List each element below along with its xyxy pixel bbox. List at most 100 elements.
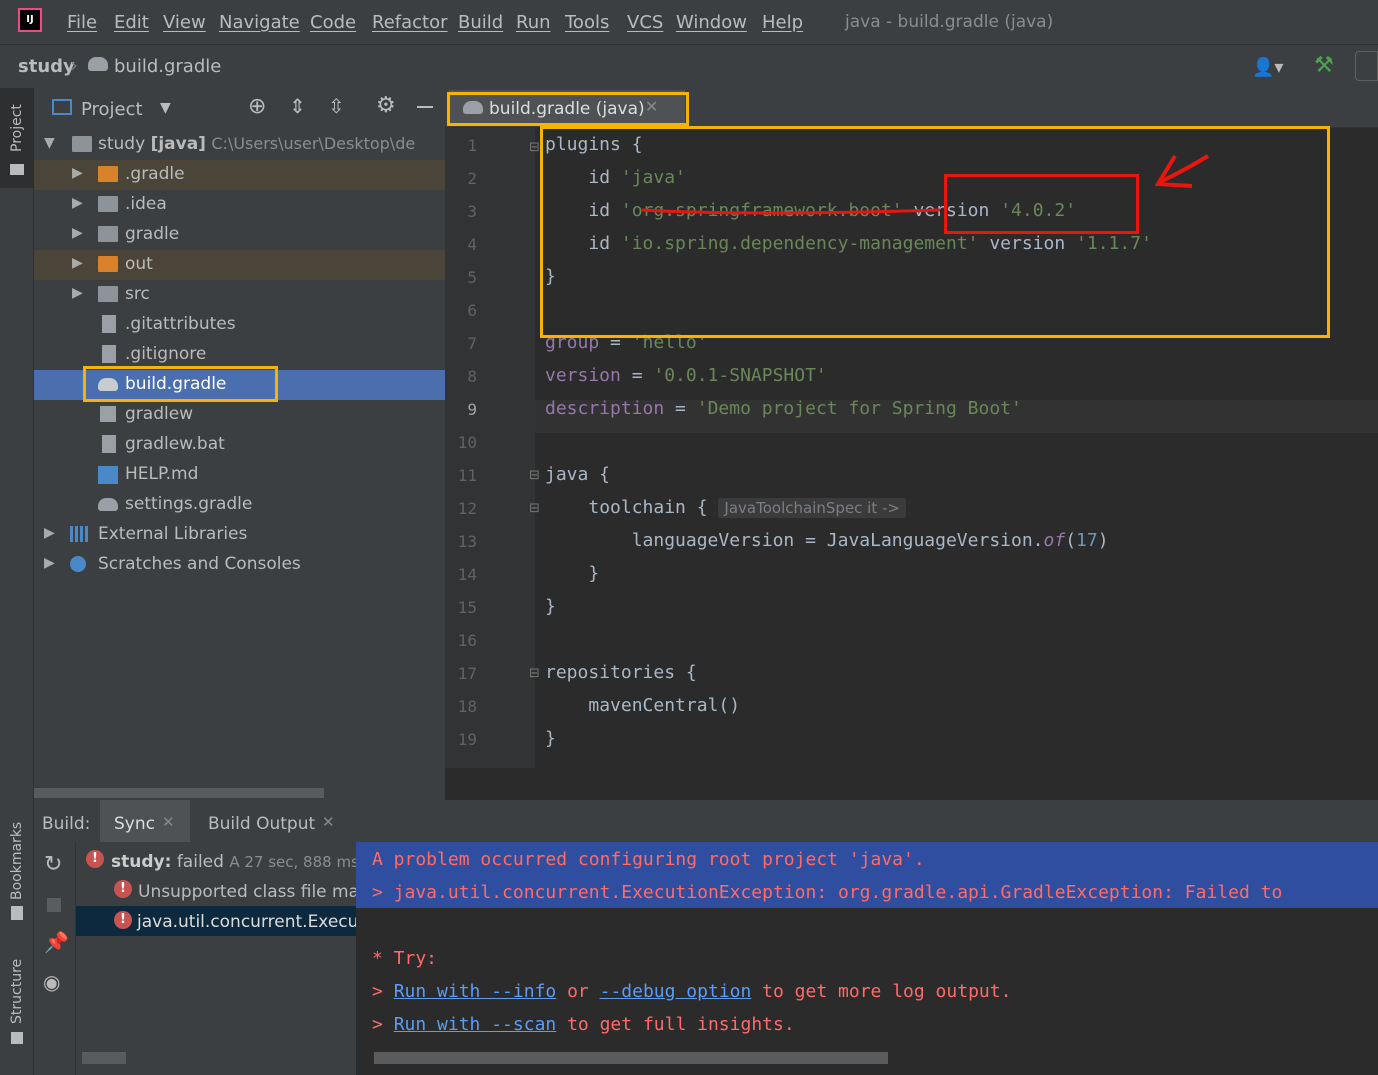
gear-icon[interactable]: ⚙ [376,93,396,118]
folder-icon [10,164,24,175]
code-token: } [545,728,556,749]
line-number: 16 [457,631,477,650]
tree-item-label: .gitattributes [125,314,236,334]
build-tree-item-label: java.util.concurrent.Executic [137,912,356,932]
build-tree-root[interactable]: ! study: failed A 27 sec, 888 ms [76,848,359,878]
structure-tool-label[interactable]: Structure [9,959,25,1024]
console-line: > Run with --scan to get full insights. [372,1014,795,1035]
tree-item-label: .gradle [125,164,185,184]
menu-build[interactable]: Build [458,12,503,33]
menu-code[interactable]: Code [310,12,356,33]
tree-item-gradle[interactable]: ▶ gradle [34,220,445,250]
code-line: languageVersion = JavaLanguageVersion.of… [545,530,1109,551]
build-tree-item-selected[interactable]: ! java.util.concurrent.Executic [76,906,356,936]
run-config-button[interactable] [1355,51,1378,81]
structure-icon[interactable] [11,1032,23,1044]
build-tree-item[interactable]: ! Unsupported class file maj [76,878,356,908]
hide-panel-icon[interactable] [417,106,433,108]
code-token: java { [545,464,611,485]
menu-tools[interactable]: Tools [565,12,609,33]
run-with-scan-link[interactable]: Run with --scan [394,1014,557,1035]
pin-icon[interactable]: 📌 [44,930,69,954]
project-panel: Project ▼ ⊕ ⇕ ⇳ ⚙ ▼ study [java] C:\User… [34,88,445,800]
close-tab-icon[interactable]: ✕ [162,813,175,831]
chevron-right-icon[interactable]: ▶ [72,255,83,271]
build-tree-item-label: Unsupported class file maj [138,882,356,902]
breadcrumb-project[interactable]: study [18,56,75,77]
tree-item-gradle-dir[interactable]: ▶ .gradle [34,160,445,190]
horizontal-scrollbar[interactable] [82,1052,126,1064]
folder-icon [98,286,118,302]
gradle-icon [98,498,118,511]
menu-refactor[interactable]: Refactor [372,12,448,33]
tab-label: Build Output [208,814,316,834]
project-view-icon [52,99,72,115]
locate-file-icon[interactable]: ⊕ [248,94,266,119]
line-number: 13 [457,532,477,551]
fold-icon[interactable]: ⊟ [529,666,540,681]
console-text: or [556,981,600,1002]
highlight-box-tab [447,92,689,126]
tree-item-gradlew-bat[interactable]: gradlew.bat [34,430,445,460]
build-console[interactable]: A problem occurred configuring root proj… [356,842,1378,1075]
console-line: * Try: [372,948,438,969]
fold-icon[interactable]: ⊟ [529,501,540,516]
tree-item-settings-gradle[interactable]: settings.gradle [34,490,445,520]
menu-edit[interactable]: Edit [114,12,149,33]
debug-option-link[interactable]: --debug option [600,981,752,1002]
project-tool-button[interactable]: Project [0,88,34,188]
bookmark-icon[interactable] [11,906,23,920]
run-with-info-link[interactable]: Run with --info [394,981,557,1002]
close-tab-icon[interactable]: ✕ [322,813,335,831]
chevron-right-icon[interactable]: ▶ [44,555,55,571]
chevron-down-icon[interactable]: ▼ [44,135,55,151]
fold-icon[interactable]: ⊟ [529,140,540,155]
bookmarks-tool-label[interactable]: Bookmarks [9,822,25,900]
code-line: } [545,596,556,617]
line-number-gutter: 1 2 3 4 5 6 7 8 9 10 11 12 13 14 15 16 1… [445,128,540,768]
line-number: 8 [467,367,477,386]
chevron-right-icon[interactable]: ▶ [72,195,83,211]
horizontal-scrollbar[interactable] [374,1052,888,1064]
breadcrumb-file[interactable]: build.gradle [114,56,221,77]
library-icon [70,526,90,542]
fold-icon[interactable]: ⊟ [529,468,540,483]
tree-item-out[interactable]: ▶ out [34,250,445,280]
eye-icon[interactable]: ◉ [43,970,60,994]
menu-vcs[interactable]: VCS [627,12,663,33]
tree-root-study[interactable]: ▼ study [java] C:\Users\user\Desktop\de [34,130,445,160]
menu-help[interactable]: Help [762,12,803,33]
user-icon[interactable]: 👤▾ [1252,57,1283,78]
tree-item-gitattributes[interactable]: .gitattributes [34,310,445,340]
highlight-box-tree [83,366,278,402]
chevron-right-icon[interactable]: ▶ [72,285,83,301]
tab-build-output[interactable]: Build Output ✕ [198,800,348,842]
tree-item-help-md[interactable]: HELP.md [34,460,445,490]
menu-run[interactable]: Run [516,12,551,33]
sync-icon[interactable]: ↻ [44,852,62,877]
menu-navigate[interactable]: Navigate [219,12,300,33]
tree-item-label: gradlew.bat [125,434,225,454]
code-token: = [664,398,697,419]
tree-item-src[interactable]: ▶ src [34,280,445,310]
chevron-right-icon[interactable]: ▶ [44,525,55,541]
view-dropdown-chevron-icon[interactable]: ▼ [160,100,171,116]
chevron-right-icon[interactable]: ▶ [72,165,83,181]
build-hammer-icon[interactable]: ⚒ [1314,53,1334,78]
chevron-right-icon[interactable]: ▶ [72,225,83,241]
project-panel-title[interactable]: Project [81,99,143,120]
expand-all-icon[interactable]: ⇕ [289,94,306,118]
tree-item-scratches[interactable]: ▶ Scratches and Consoles [34,550,445,580]
menu-view[interactable]: View [163,12,206,33]
collapse-all-icon[interactable]: ⇳ [328,94,345,118]
menu-window[interactable]: Window [676,12,747,33]
tree-item-gradlew[interactable]: gradlew [34,400,445,430]
menu-file[interactable]: File [67,12,97,33]
tree-item-external-libraries[interactable]: ▶ External Libraries [34,520,445,550]
stop-icon[interactable] [47,898,61,912]
project-panel-header: Project ▼ ⊕ ⇕ ⇳ ⚙ [34,88,445,128]
build-header: Build: Sync ✕ Build Output ✕ [34,800,1378,842]
tab-sync[interactable]: Sync ✕ [100,800,190,842]
tree-item-idea[interactable]: ▶ .idea [34,190,445,220]
horizontal-scrollbar[interactable] [34,788,324,798]
